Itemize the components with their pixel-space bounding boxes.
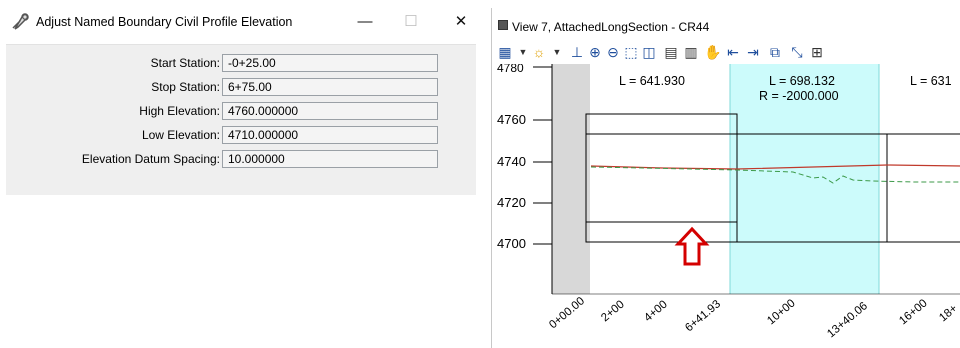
stop-station-label: Stop Station:	[151, 80, 220, 94]
y-tick-label-top: 4780	[497, 64, 524, 75]
datum-spacing-label: Elevation Datum Spacing:	[81, 152, 220, 166]
datum-spacing-field[interactable]	[222, 150, 438, 168]
view-attributes-icon[interactable]: ▦	[496, 43, 514, 61]
dialog-form: Start Station: Stop Station: High Elevat…	[6, 44, 476, 195]
station-tick-label: 10+00	[765, 297, 797, 327]
view-title-bar[interactable]: View 7, AttachedLongSection - CR44	[492, 8, 960, 40]
up-arrow-annotation	[674, 226, 710, 266]
grid-icon[interactable]: ⊞	[808, 43, 826, 61]
station-tick-label: 18+	[937, 302, 960, 324]
station-tick-label: 2+00	[599, 298, 627, 324]
station-tick-label: 13+40.06	[825, 300, 870, 340]
high-elevation-label: High Elevation:	[139, 104, 220, 118]
station-tick-label: 6+41.93	[683, 298, 723, 334]
segment-radius-label: R = -2000.000	[759, 89, 839, 103]
view-toolbar: ▦ ▼ ☼ ▼ ⊥ ⊕ ⊖ ⬚ ◫ ▤ ▥ ✋ ⇤ ⇥ ⧉ ⤡ ⊞	[492, 40, 960, 64]
named-boundary-outer[interactable]	[585, 113, 738, 243]
high-elevation-field[interactable]	[222, 102, 438, 120]
close-button[interactable]: ✕	[446, 10, 476, 34]
view-window-icon	[498, 20, 508, 30]
zoom-in-icon[interactable]: ⊕	[586, 43, 604, 61]
maximize-button[interactable]: ☐	[396, 10, 426, 34]
start-station-row: Start Station:	[6, 53, 476, 75]
view-title: View 7, AttachedLongSection - CR44	[512, 20, 710, 34]
dialog-title-bar[interactable]: Adjust Named Boundary Civil Profile Elev…	[0, 0, 484, 44]
segment-length-label: L = 698.132	[769, 74, 835, 88]
stop-station-field[interactable]	[222, 78, 438, 96]
high-elevation-row: High Elevation:	[6, 101, 476, 123]
low-elevation-field[interactable]	[222, 126, 438, 144]
previous-view-icon[interactable]: ⇤	[724, 43, 742, 61]
minimize-button[interactable]: —	[350, 10, 380, 34]
pan-hand-icon[interactable]: ✋	[704, 43, 722, 61]
y-tick-label: 4720	[497, 195, 526, 210]
y-tick-label: 4700	[497, 236, 526, 251]
segment-length-label: L = 631	[910, 74, 952, 88]
view-rotation-icon[interactable]: ⤡	[788, 43, 806, 61]
dialog-title: Adjust Named Boundary Civil Profile Elev…	[36, 15, 293, 29]
named-boundary-inner[interactable]	[585, 133, 738, 223]
low-elevation-label: Low Elevation:	[141, 128, 220, 142]
copy-view-icon[interactable]: ⧉	[766, 43, 784, 61]
fit-view-icon[interactable]: ◫	[640, 43, 658, 61]
profile-canvas[interactable]: 4780 4760 4740 4720 4700 L = 641.930 L =…	[493, 64, 960, 348]
next-view-icon[interactable]: ⇥	[744, 43, 762, 61]
gray-band	[552, 64, 590, 294]
stop-station-row: Stop Station:	[6, 77, 476, 99]
station-tick-label: 16+00	[897, 297, 929, 327]
dropdown-arrow-icon[interactable]: ▼	[548, 43, 566, 61]
profile-view-window: View 7, AttachedLongSection - CR44 ▦ ▼ ☼…	[491, 8, 960, 348]
adjust-profile-dialog: Adjust Named Boundary Civil Profile Elev…	[0, 0, 484, 200]
low-elevation-row: Low Elevation:	[6, 125, 476, 147]
y-tick-label: 4760	[497, 112, 526, 127]
zoom-out-icon[interactable]: ⊖	[604, 43, 622, 61]
window-area-icon[interactable]: ⬚	[622, 43, 640, 61]
station-tick-label: 0+00.00	[547, 295, 587, 331]
station-tick-label: 4+00	[642, 298, 670, 324]
calculator-alt-icon[interactable]: ▥	[682, 43, 700, 61]
tools-icon	[12, 13, 29, 30]
segment-length-label: L = 641.930	[619, 74, 685, 88]
update-view-icon[interactable]: ⊥	[568, 43, 586, 61]
start-station-field[interactable]	[222, 54, 438, 72]
display-style-icon[interactable]: ☼	[530, 43, 548, 61]
datum-spacing-row: Elevation Datum Spacing:	[6, 149, 476, 171]
profile-drawing: 4780 4760 4740 4720 4700 L = 641.930 L =…	[497, 64, 960, 340]
start-station-label: Start Station:	[150, 56, 220, 70]
y-tick-label: 4740	[497, 154, 526, 169]
calculator-icon[interactable]: ▤	[662, 43, 680, 61]
